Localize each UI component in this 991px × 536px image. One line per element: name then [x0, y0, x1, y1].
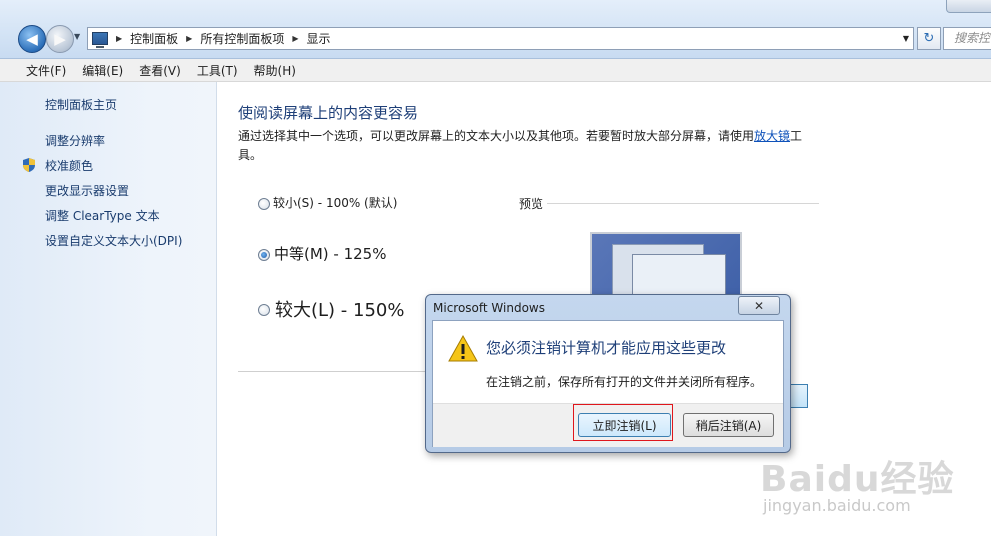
sidebar: 控制面板主页 调整分辨率 校准颜色 更改显示器设置 调整 ClearType 文… — [0, 82, 217, 536]
preview-divider — [547, 203, 819, 204]
back-arrow-icon: ◀ — [26, 30, 38, 48]
address-field[interactable]: ▶ 控制面板 ▶ 所有控制面板项 ▶ 显示 ▼ — [87, 27, 914, 50]
magnifier-link[interactable]: 放大镜 — [754, 129, 790, 143]
breadcrumb-control-panel[interactable]: 控制面板 — [130, 30, 178, 47]
highlight-box — [573, 404, 673, 441]
shield-icon — [23, 158, 35, 172]
section-divider — [238, 371, 428, 372]
search-input[interactable]: 搜索控 — [943, 27, 991, 50]
window-close-button[interactable] — [946, 0, 991, 13]
close-icon: ✕ — [753, 298, 765, 313]
page-description: 通过选择其中一个选项，可以更改屏幕上的文本大小以及其他项。若要暂时放大部分屏幕，… — [238, 127, 818, 165]
radio-smaller[interactable] — [258, 198, 270, 210]
forward-arrow-icon: ▶ — [54, 30, 66, 48]
breadcrumb-separator-icon[interactable]: ▶ — [116, 34, 122, 43]
refresh-icon: ↻ — [923, 31, 935, 46]
sidebar-item-calibrate-color[interactable]: 校准颜色 — [45, 157, 93, 174]
watermark-logo-text: Baidu经验 — [760, 459, 955, 500]
menu-bar: 文件(F) 编辑(E) 查看(V) 工具(T) 帮助(H) — [0, 59, 991, 82]
dialog-content-text: 在注销之前，保存所有打开的文件并关闭所有程序。 — [486, 375, 763, 389]
menu-file[interactable]: 文件(F) — [18, 62, 74, 79]
sidebar-item-custom-dpi[interactable]: 设置自定义文本大小(DPI) — [45, 232, 182, 249]
address-dropdown-icon[interactable]: ▼ — [903, 34, 909, 43]
radio-larger[interactable] — [258, 304, 270, 316]
option-larger-label[interactable]: 较大(L) - 150% — [275, 296, 404, 322]
description-text: 通过选择其中一个选项，可以更改屏幕上的文本大小以及其他项。若要暂时放大部分屏幕，… — [238, 129, 755, 143]
breadcrumb-separator-icon[interactable]: ▶ — [292, 34, 298, 43]
dialog-main-instruction: 您必须注销计算机才能应用这些更改 — [486, 339, 727, 357]
breadcrumb-separator-icon[interactable]: ▶ — [186, 34, 192, 43]
option-smaller-label[interactable]: 较小(S) - 100% (默认) — [273, 194, 397, 211]
menu-help[interactable]: 帮助(H) — [246, 62, 304, 79]
forward-button[interactable]: ▶ — [46, 25, 74, 53]
preview-label: 预览 — [519, 197, 544, 211]
back-button[interactable]: ◀ — [18, 25, 46, 53]
menu-edit[interactable]: 编辑(E) — [74, 62, 131, 79]
baidu-watermark: Baidu经验 jingyan.baidu.com — [760, 440, 990, 536]
breadcrumb-display[interactable]: 显示 — [307, 30, 331, 47]
address-bar: ◀ ▶ ▼ ▶ 控制面板 ▶ 所有控制面板项 ▶ 显示 ▼ ↻ 搜索控 — [0, 0, 991, 59]
sidebar-control-panel-home[interactable]: 控制面板主页 — [45, 96, 117, 113]
option-medium-label[interactable]: 中等(M) - 125% — [274, 243, 386, 264]
watermark-url: jingyan.baidu.com — [763, 496, 911, 515]
radio-medium[interactable] — [258, 249, 270, 261]
warning-icon — [448, 334, 478, 362]
logoff-later-button[interactable]: 稍后注销(A) — [683, 413, 774, 437]
menu-tools[interactable]: 工具(T) — [189, 62, 246, 79]
sidebar-item-cleartype[interactable]: 调整 ClearType 文本 — [45, 207, 160, 224]
sidebar-item-resolution[interactable]: 调整分辨率 — [45, 132, 105, 149]
dialog-title: Microsoft Windows — [433, 301, 545, 315]
refresh-button[interactable]: ↻ — [917, 27, 941, 50]
sidebar-item-display-settings[interactable]: 更改显示器设置 — [45, 182, 129, 199]
page-title: 使阅读屏幕上的内容更容易 — [238, 104, 419, 122]
dialog-close-button[interactable]: ✕ — [738, 296, 780, 315]
control-panel-icon — [92, 32, 108, 48]
breadcrumb-all-items[interactable]: 所有控制面板项 — [200, 30, 284, 47]
menu-view[interactable]: 查看(V) — [131, 62, 189, 79]
recent-pages-dropdown[interactable]: ▼ — [74, 32, 80, 41]
